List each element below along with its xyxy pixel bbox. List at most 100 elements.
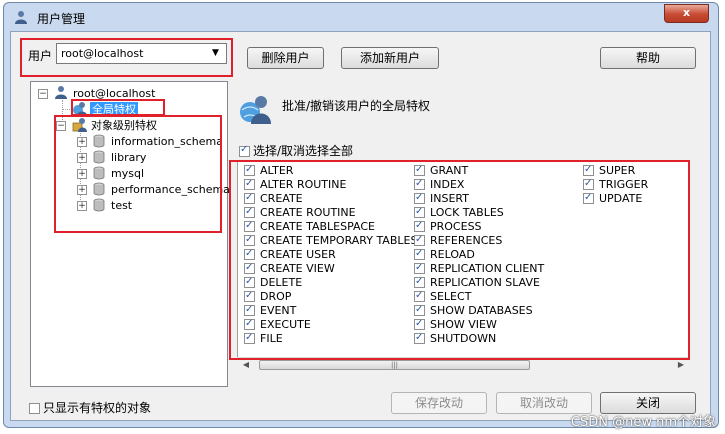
tree-schema-item[interactable]: test <box>111 198 132 213</box>
privilege-label: EVENT <box>260 304 297 317</box>
privilege-checkbox-item[interactable]: DROP <box>244 289 417 304</box>
privilege-checkbox-item[interactable]: REFERENCES <box>414 233 544 248</box>
privilege-label: EXECUTE <box>260 318 311 331</box>
checkbox-checked-icon[interactable] <box>414 163 425 177</box>
privilege-checkbox-item[interactable]: LOCK TABLES <box>414 205 544 220</box>
privilege-checkbox-item[interactable]: CREATE <box>244 191 417 206</box>
expand-schema-expander[interactable]: + <box>77 137 87 147</box>
tree-schema-item[interactable]: performance_schema <box>111 182 230 197</box>
checkbox-checked-icon[interactable] <box>244 219 255 233</box>
checkbox-checked-icon[interactable] <box>239 144 250 157</box>
tree-schema-item[interactable]: mysql <box>111 166 144 181</box>
checkbox-checked-icon[interactable] <box>414 261 425 275</box>
database-icon <box>93 198 105 212</box>
horizontal-scrollbar[interactable]: ◀ ||| ▶ <box>237 357 690 372</box>
checkbox-checked-icon[interactable] <box>583 163 594 177</box>
expand-schema-expander[interactable]: + <box>77 201 87 211</box>
checkbox-checked-icon[interactable] <box>244 289 255 303</box>
privilege-checkbox-item[interactable]: PROCESS <box>414 219 544 234</box>
privilege-checkbox-item[interactable]: INSERT <box>414 191 544 206</box>
close-window-button[interactable]: x <box>664 4 709 23</box>
checkbox-checked-icon[interactable] <box>244 317 255 331</box>
checkbox-checked-icon[interactable] <box>414 219 425 233</box>
window-title: 用户管理 <box>37 12 86 26</box>
checkbox-checked-icon[interactable] <box>244 303 255 317</box>
checkbox-checked-icon[interactable] <box>583 177 594 191</box>
privilege-checkbox-item[interactable]: DELETE <box>244 275 417 290</box>
tree-root-user[interactable]: root@localhost <box>73 86 155 101</box>
privilege-checkbox-item[interactable]: GRANT <box>414 163 544 178</box>
checkbox-checked-icon[interactable] <box>244 191 255 205</box>
privilege-checkbox-item[interactable]: REPLICATION CLIENT <box>414 261 544 276</box>
privilege-checkbox-item[interactable]: CREATE TABLESPACE <box>244 219 417 234</box>
privilege-checkbox-item[interactable]: SELECT <box>414 289 544 304</box>
select-all-checkbox[interactable]: 选择/取消选择全部 <box>239 142 353 159</box>
privilege-checkbox-item[interactable]: FILE <box>244 331 417 346</box>
privilege-label: FILE <box>260 332 283 345</box>
database-icon <box>93 150 105 164</box>
checkbox-checked-icon[interactable] <box>244 275 255 289</box>
privilege-checkbox-item[interactable]: UPDATE <box>583 191 648 206</box>
help-button[interactable]: 帮助 <box>600 47 696 69</box>
add-user-button[interactable]: 添加新用户 <box>341 47 439 69</box>
privilege-checkbox-item[interactable]: ALTER ROUTINE <box>244 177 417 192</box>
privilege-checkbox-item[interactable]: SUPER <box>583 163 648 178</box>
checkbox-checked-icon[interactable] <box>244 163 255 177</box>
privilege-checkbox-item[interactable]: CREATE ROUTINE <box>244 205 417 220</box>
checkbox-checked-icon[interactable] <box>244 331 255 345</box>
tree-object-level-privileges[interactable]: 对象级别特权 <box>91 118 157 133</box>
expand-schema-expander[interactable]: + <box>77 169 87 179</box>
privilege-tree[interactable]: − root@localhost 全局特权 − 对象级别特权 + informa… <box>30 81 230 387</box>
checkbox-checked-icon[interactable] <box>414 317 425 331</box>
checkbox-checked-icon[interactable] <box>414 177 425 191</box>
privilege-list-panel[interactable]: ALTERALTER ROUTINECREATECREATE ROUTINECR… <box>237 160 690 372</box>
scrollbar-thumb[interactable]: ||| <box>259 360 530 370</box>
privilege-checkbox-item[interactable]: ALTER <box>244 163 417 178</box>
privilege-checkbox-item[interactable]: INDEX <box>414 177 544 192</box>
privilege-checkbox-item[interactable]: TRIGGER <box>583 177 648 192</box>
collapse-root-expander[interactable]: − <box>38 89 48 99</box>
user-select[interactable]: root@localhost ▼ <box>56 43 227 64</box>
privilege-checkbox-item[interactable]: SHOW VIEW <box>414 317 544 332</box>
checkbox-checked-icon[interactable] <box>244 233 255 247</box>
checkbox-checked-icon[interactable] <box>414 247 425 261</box>
checkbox-checked-icon[interactable] <box>414 275 425 289</box>
checkbox-checked-icon[interactable] <box>244 261 255 275</box>
privilege-checkbox-item[interactable]: CREATE TEMPORARY TABLES <box>244 233 417 248</box>
privilege-checkbox-item[interactable]: SHOW DATABASES <box>414 303 544 318</box>
checkbox-checked-icon[interactable] <box>244 205 255 219</box>
tree-global-privileges[interactable]: 全局特权 <box>90 102 138 117</box>
privilege-checkbox-item[interactable]: CREATE USER <box>244 247 417 262</box>
tree-schema-item[interactable]: information_schema <box>111 134 223 149</box>
scroll-right-icon[interactable]: ▶ <box>676 360 686 370</box>
save-changes-button[interactable]: 保存改动 <box>391 392 487 414</box>
privilege-checkbox-item[interactable]: EVENT <box>244 303 417 318</box>
checkbox-checked-icon[interactable] <box>414 205 425 219</box>
privilege-label: SHOW DATABASES <box>430 304 533 317</box>
privilege-checkbox-item[interactable]: REPLICATION SLAVE <box>414 275 544 290</box>
privilege-label: LOCK TABLES <box>430 206 504 219</box>
chevron-down-icon[interactable]: ▼ <box>208 46 223 61</box>
privilege-checkbox-item[interactable]: SHUTDOWN <box>414 331 544 346</box>
only-privileged-objects-checkbox[interactable]: 只显示有特权的对象 <box>29 399 151 416</box>
expand-schema-expander[interactable]: + <box>77 153 87 163</box>
privilege-checkbox-item[interactable]: RELOAD <box>414 247 544 262</box>
checkbox-checked-icon[interactable] <box>414 233 425 247</box>
user-label: 用户 <box>28 49 53 63</box>
checkbox-checked-icon[interactable] <box>414 191 425 205</box>
checkbox-unchecked-icon[interactable] <box>29 403 40 414</box>
scroll-left-icon[interactable]: ◀ <box>241 360 251 370</box>
checkbox-checked-icon[interactable] <box>414 303 425 317</box>
tree-schema-item[interactable]: library <box>111 150 146 165</box>
checkbox-checked-icon[interactable] <box>414 289 425 303</box>
checkbox-checked-icon[interactable] <box>244 177 255 191</box>
collapse-object-expander[interactable]: − <box>56 121 66 131</box>
privilege-checkbox-item[interactable]: EXECUTE <box>244 317 417 332</box>
privilege-label: CREATE TABLESPACE <box>260 220 376 233</box>
privilege-checkbox-item[interactable]: CREATE VIEW <box>244 261 417 276</box>
delete-user-button[interactable]: 删除用户 <box>247 47 324 69</box>
expand-schema-expander[interactable]: + <box>77 185 87 195</box>
checkbox-checked-icon[interactable] <box>583 191 594 205</box>
checkbox-checked-icon[interactable] <box>414 331 425 345</box>
checkbox-checked-icon[interactable] <box>244 247 255 261</box>
